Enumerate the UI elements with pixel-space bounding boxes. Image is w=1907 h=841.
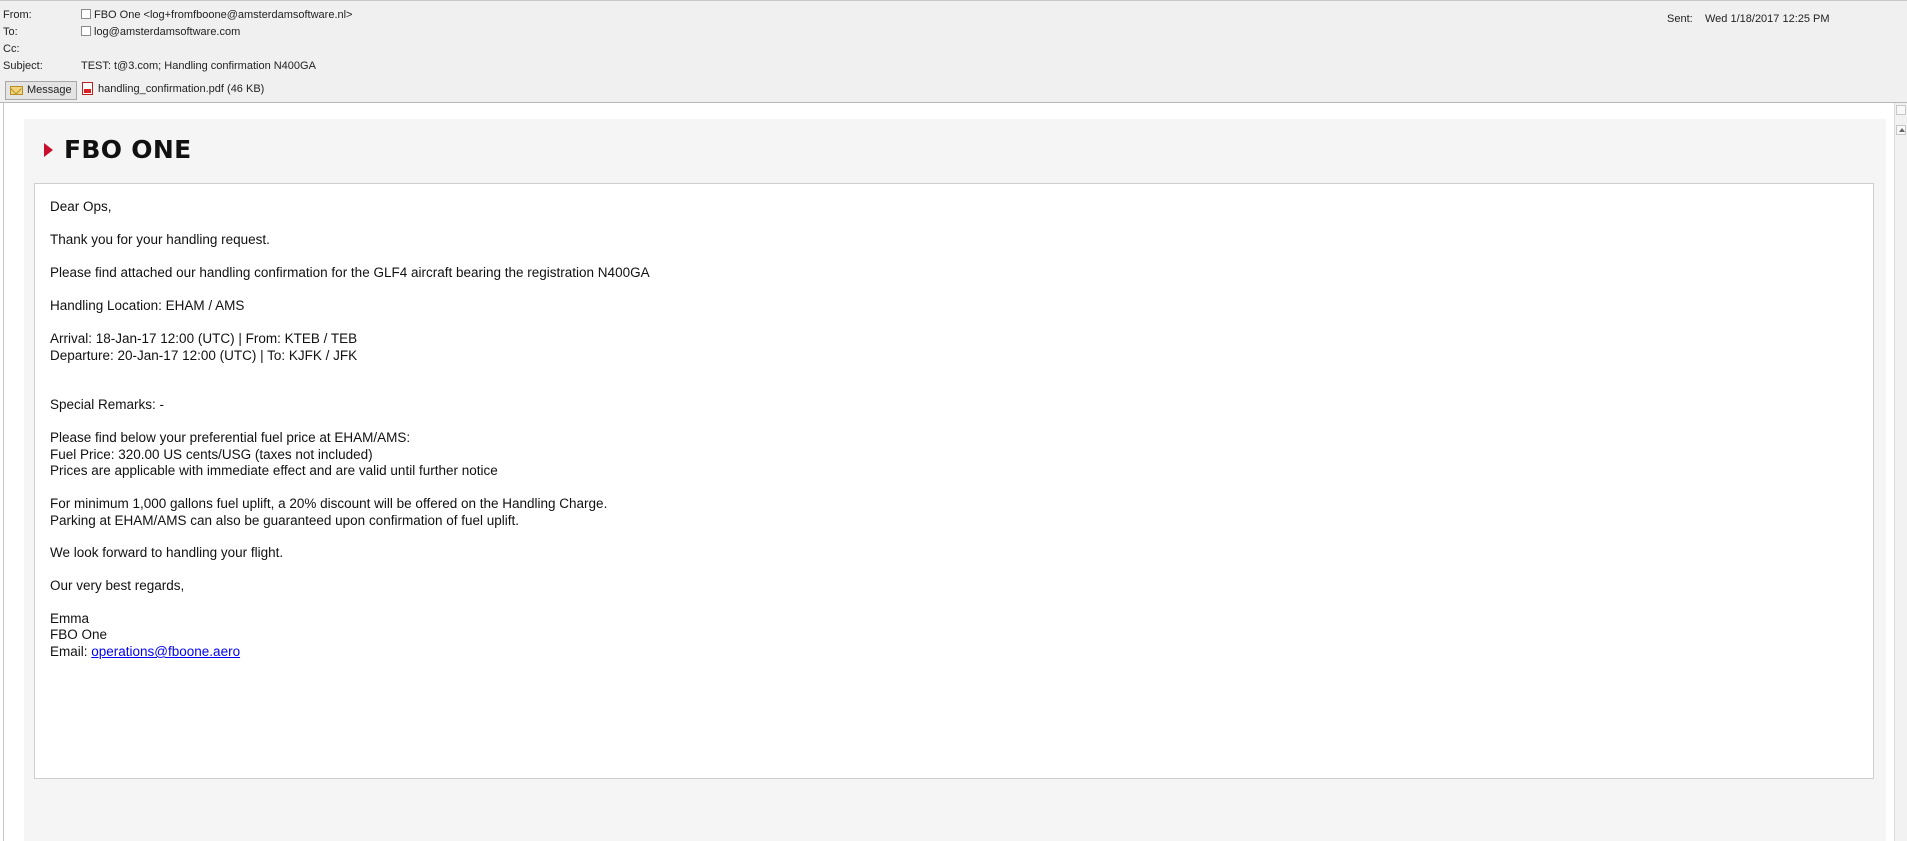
sent-value: Wed 1/18/2017 12:25 PM	[1705, 13, 1830, 25]
scroll-grip-icon[interactable]	[1896, 105, 1906, 115]
fuel-validity: Prices are applicable with immediate eff…	[50, 463, 498, 478]
handling-location: Handling Location: EHAM / AMS	[50, 298, 245, 313]
to-value[interactable]: log@amsterdamsoftware.com	[81, 24, 240, 40]
signature-email-row: Email: operations@fboone.aero	[50, 642, 240, 662]
email-content-card: Dear Ops, Thank you for your handling re…	[34, 183, 1874, 779]
attachment-bar: Message handling_confirmation.pdf (46 KB…	[0, 78, 1907, 103]
greeting: Dear Ops,	[50, 199, 112, 214]
parking-line: Parking at EHAM/AMS can also be guarante…	[50, 513, 520, 528]
scroll-up-button[interactable]	[1896, 125, 1906, 135]
red-triangle-icon	[44, 143, 53, 157]
sent-label: Sent:	[1667, 13, 1693, 25]
envelope-icon	[10, 86, 23, 95]
operations-email-link[interactable]: operations@fboone.aero	[91, 644, 240, 659]
subject-value: TEST: t@3.com; Handling confirmation N40…	[81, 60, 316, 72]
message-tab[interactable]: Message	[5, 81, 77, 100]
regards-line: Our very best regards,	[50, 578, 185, 593]
pdf-attachment[interactable]: handling_confirmation.pdf (46 KB)	[82, 81, 264, 98]
from-address[interactable]: FBO One <log+fromfboone@amsterdamsoftwar…	[94, 9, 352, 21]
vertical-scrollbar[interactable]	[1894, 103, 1907, 841]
attachment-filename: handling_confirmation.pdf (46 KB)	[98, 83, 265, 95]
sender-checkbox-icon[interactable]	[81, 9, 91, 19]
recipient-checkbox-icon[interactable]	[81, 26, 91, 36]
email-label: Email:	[50, 644, 92, 659]
departure-line: Departure: 20-Jan-17 12:00 (UTC) | To: K…	[50, 348, 358, 363]
from-value[interactable]: FBO One <log+fromfboone@amsterdamsoftwar…	[81, 7, 352, 23]
cc-label: Cc:	[3, 43, 20, 55]
logo-text: FBO ONE	[64, 135, 192, 164]
message-body-pane: FBO ONE Dear Ops, Thank you for your han…	[3, 103, 1896, 841]
email-canvas: FBO ONE Dear Ops, Thank you for your han…	[24, 119, 1886, 841]
thanks-line: Thank you for your handling request.	[50, 232, 270, 247]
to-label: To:	[3, 26, 18, 38]
closing-line: We look forward to handling your flight.	[50, 545, 284, 560]
pdf-file-icon	[82, 82, 93, 95]
sent-row: Sent: Wed 1/18/2017 12:25 PM	[1667, 11, 1907, 27]
special-remarks: Special Remarks: -	[50, 397, 165, 412]
message-tab-label: Message	[27, 84, 72, 96]
message-header: From: FBO One <log+fromfboone@amsterdams…	[0, 0, 1907, 79]
from-label: From:	[3, 9, 32, 21]
intro-line: Please find attached our handling confir…	[50, 265, 650, 280]
subject-label: Subject:	[3, 60, 43, 72]
to-address[interactable]: log@amsterdamsoftware.com	[94, 26, 240, 38]
